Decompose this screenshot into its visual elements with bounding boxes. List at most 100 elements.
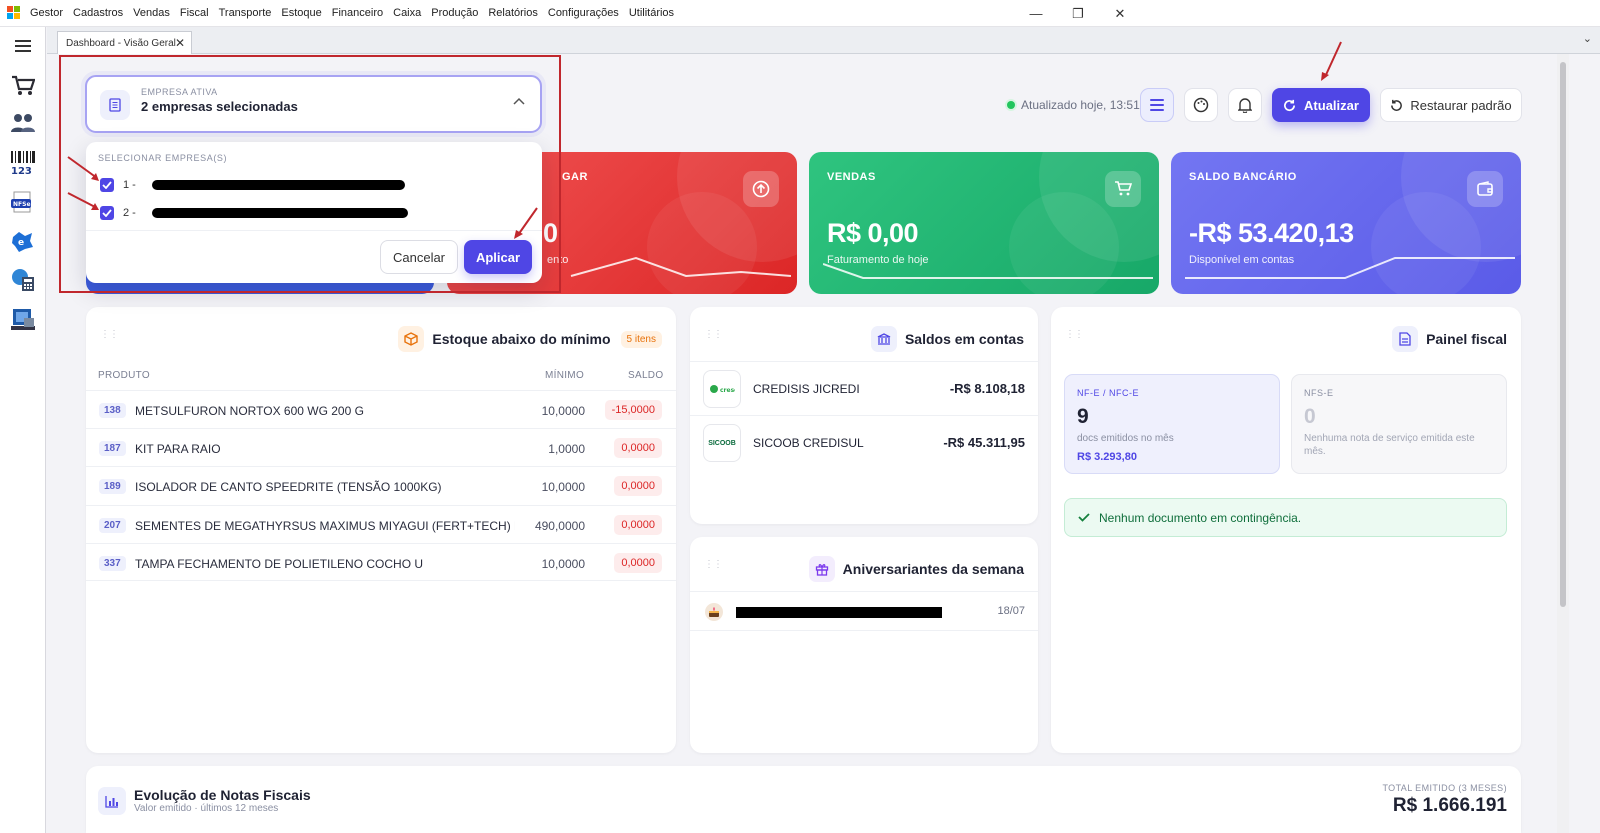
account-row[interactable]: SICOOB SICOOB CREDISUL -R$ 45.311,95 — [690, 415, 1038, 469]
nfe-card[interactable]: NF-E / NFC-E 9 docs emitidos no mês R$ 3… — [1064, 374, 1280, 474]
menu-financeiro[interactable]: Financeiro — [332, 7, 383, 19]
tab-dashboard[interactable]: Dashboard - Visão Geral ✕ — [57, 31, 192, 54]
table-row[interactable]: 337 TAMPA FECHAMENTO DE POLIETILENO COCH… — [86, 543, 676, 581]
nfse-icon[interactable]: NFSe — [9, 190, 37, 216]
product-minimo: 490,0000 — [534, 519, 585, 533]
svg-text:123: 123 — [11, 166, 32, 176]
finance-icon[interactable] — [9, 306, 37, 332]
menu-caixa[interactable]: Caixa — [393, 7, 421, 19]
nfe-sub: docs emitidos no mês — [1077, 433, 1174, 444]
hamburger-menu-icon[interactable] — [15, 40, 31, 55]
nfse-label: NFS-E — [1304, 388, 1334, 398]
saldos-title-text: Saldos em contas — [904, 331, 1024, 347]
kpi-card-saldo: SALDO BANCÁRIO -R$ 53.420,13 Disponível … — [1171, 152, 1521, 294]
list-icon — [1150, 99, 1164, 111]
menu-cadastros[interactable]: Cadastros — [73, 7, 123, 19]
saldos-title: Saldos em contas — [870, 326, 1024, 352]
table-row[interactable]: 207 SEMENTES DE MEGATHYRSUS MAXIMUS MIYA… — [86, 505, 676, 543]
account-row[interactable]: cresol CREDISIS JICREDI -R$ 8.108,18 — [690, 361, 1038, 415]
checkbox-checked[interactable] — [100, 178, 114, 192]
tab-close-icon[interactable]: ✕ — [175, 36, 185, 50]
product-minimo: 10,0000 — [541, 557, 585, 571]
aniversariantes-title-text: Aniversariantes da semana — [842, 561, 1024, 577]
wallet-icon — [1467, 171, 1503, 207]
table-row[interactable]: 189 ISOLADOR DE CANTO SPEEDRITE (TENSÃO … — [86, 466, 676, 504]
drag-handle-icon[interactable]: ⋮⋮ — [704, 329, 723, 340]
table-row[interactable]: 138 METSULFURON NORTOX 600 WG 200 G 10,0… — [86, 390, 676, 428]
apply-button[interactable]: Aplicar — [464, 240, 532, 274]
menu-bar: Gestor Cadastros Vendas Fiscal Transport… — [25, 7, 679, 19]
arrow-up-circle-icon — [743, 171, 779, 207]
product-saldo: 0,0000 — [614, 515, 662, 535]
box-icon — [398, 326, 425, 352]
list-view-button[interactable] — [1140, 88, 1174, 122]
check-icon — [102, 181, 112, 189]
nfe-label: NF-E / NFC-E — [1077, 388, 1139, 398]
product-minimo: 1,0000 — [548, 442, 585, 456]
restore-button[interactable]: ❐ — [1057, 6, 1099, 22]
bar-chart-icon — [98, 787, 126, 815]
empresa-label: EMPRESA ATIVA — [141, 87, 218, 97]
drag-handle-icon[interactable]: ⋮⋮ — [704, 559, 723, 570]
kpi-vendas-value: R$ 0,00 — [827, 218, 919, 248]
product-name: METSULFURON NORTOX 600 WG 200 G — [135, 404, 364, 418]
nfe-amount: R$ 3.293,80 — [1077, 451, 1137, 463]
minimize-button[interactable]: — — [1015, 6, 1057, 21]
drag-handle-icon[interactable]: ⋮⋮ — [1065, 329, 1084, 340]
estoque-count-badge: 5 itens — [620, 330, 662, 348]
restore-default-button[interactable]: Restaurar padrão — [1380, 88, 1522, 122]
notifications-button[interactable] — [1228, 88, 1262, 122]
cart-icon[interactable] — [9, 73, 37, 99]
vertical-scrollbar[interactable] — [1557, 54, 1569, 833]
option-number: 2 - — [123, 207, 136, 219]
birthday-row[interactable]: 18/07 — [690, 591, 1038, 631]
document-icon — [1392, 326, 1419, 352]
tab-overflow-chevron-icon[interactable]: ⌄ — [1583, 32, 1592, 45]
menu-transporte[interactable]: Transporte — [219, 7, 272, 19]
palette-icon — [1193, 97, 1209, 113]
svg-text:NFSe: NFSe — [13, 201, 31, 208]
product-saldo: 0,0000 — [614, 438, 662, 458]
account-value: -R$ 45.311,95 — [943, 435, 1025, 450]
restore-default-label: Restaurar padrão — [1410, 97, 1512, 113]
tab-bar: Dashboard - Visão Geral ✕ ⌄ — [47, 27, 1600, 54]
col-header-minimo: MÍNIMO — [545, 370, 585, 381]
cancel-button[interactable]: Cancelar — [380, 240, 458, 274]
menu-fiscal[interactable]: Fiscal — [180, 7, 209, 19]
menu-producao[interactable]: Produção — [431, 7, 478, 19]
empresa-select[interactable]: EMPRESA ATIVA 2 empresas selecionadas — [85, 75, 542, 133]
cake-icon — [705, 603, 723, 621]
empresa-option[interactable]: 2 - — [100, 204, 520, 224]
redacted-company-name — [152, 208, 408, 218]
barcode-icon[interactable]: 123 — [9, 150, 37, 176]
account-value: -R$ 8.108,18 — [949, 381, 1025, 396]
theme-button[interactable] — [1184, 88, 1218, 122]
empresa-dropdown: SELECIONAR EMPRESA(S) 1 - 2 - Cancelar A… — [86, 142, 542, 283]
nfe-count: 9 — [1077, 405, 1089, 428]
window-controls: — ❐ ✕ — [1015, 0, 1141, 27]
menu-configuracoes[interactable]: Configurações — [548, 7, 619, 19]
drag-handle-icon[interactable]: ⋮⋮ — [100, 329, 119, 340]
refresh-button[interactable]: Atualizar — [1272, 88, 1370, 122]
calculator-globe-icon[interactable] — [9, 267, 37, 293]
aniversariantes-panel: ⋮⋮ Aniversariantes da semana 18/07 — [690, 537, 1038, 753]
tab-label: Dashboard - Visão Geral — [66, 38, 176, 49]
evolucao-title: Evolução de Notas Fiscais — [134, 787, 311, 803]
menu-estoque[interactable]: Estoque — [281, 7, 321, 19]
chevron-up-icon — [513, 97, 525, 105]
checkbox-checked[interactable] — [100, 206, 114, 220]
close-window-button[interactable]: ✕ — [1099, 6, 1141, 22]
nfse-card[interactable]: NFS-E 0 Nenhuma nota de serviço emitida … — [1291, 374, 1507, 474]
menu-utilitarios[interactable]: Utilitários — [629, 7, 674, 19]
table-row[interactable]: 187 KIT PARA RAIO 1,0000 0,0000 — [86, 428, 676, 466]
kpi-pagar-value: 0 — [543, 218, 558, 248]
scrollbar-thumb[interactable] — [1560, 62, 1566, 607]
menu-vendas[interactable]: Vendas — [133, 7, 170, 19]
nfe-icon[interactable]: e — [9, 228, 37, 254]
nfse-sub: Nenhuma nota de serviço emitida este mês… — [1304, 433, 1475, 457]
empresa-option[interactable]: 1 - — [100, 176, 520, 196]
menu-relatorios[interactable]: Relatórios — [488, 7, 538, 19]
product-minimo: 10,0000 — [541, 480, 585, 494]
people-icon[interactable] — [9, 110, 37, 136]
side-rail: 123 NFSe e — [0, 27, 46, 833]
